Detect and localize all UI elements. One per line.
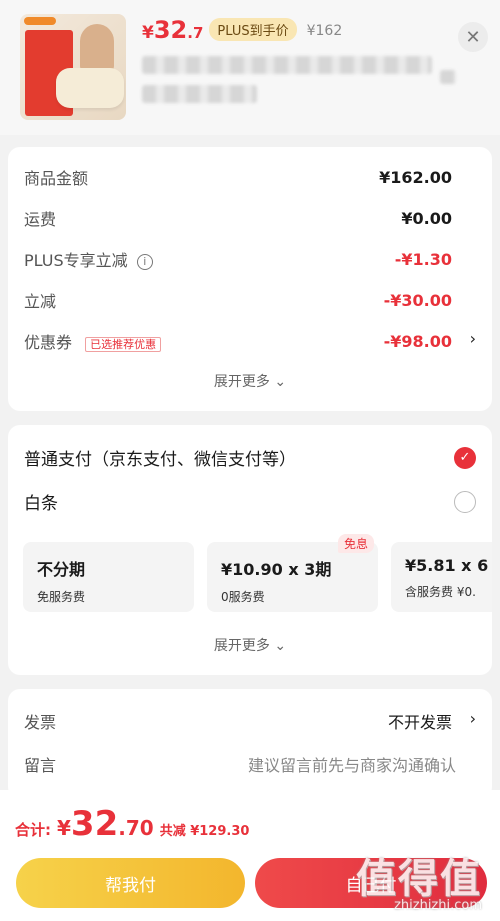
payment-method-card: 普通支付（京东支付、微信支付等） ✓ 白条 不分期 免服务费 免息 ¥10.90…: [8, 425, 492, 675]
installment-option-6[interactable]: ¥5.81 x 6 含服务费 ¥0.: [391, 542, 492, 612]
invoice-row[interactable]: 发票 不开发票: [24, 709, 452, 733]
model-figure: [80, 24, 114, 72]
product-title-blurred-2: [142, 85, 257, 103]
price-decimal: .7: [187, 24, 204, 42]
coupon-recommended-tag: 已选推荐优惠: [85, 337, 162, 352]
invoice-label: 发票: [24, 713, 57, 732]
invoice-value: 不开发票: [387, 713, 452, 732]
chevron-right-icon[interactable]: ›: [470, 709, 476, 728]
product-price-row: ¥ 32 .7 PLUS到手价 ¥162: [142, 16, 342, 44]
close-icon: ✕: [465, 26, 481, 48]
product-spec-blurred: [440, 70, 456, 84]
original-price: ¥162: [306, 23, 343, 39]
summary-value: -¥30.00: [383, 290, 452, 310]
installment-option-3[interactable]: 免息 ¥10.90 x 3期 0服务费: [207, 534, 378, 612]
watermark-url: zhizhizhi.com: [394, 898, 482, 913]
watermark-logo: 值得值: [356, 856, 482, 902]
chevron-right-icon[interactable]: ›: [470, 329, 476, 348]
installment-title: ¥10.90 x 3期: [221, 560, 332, 579]
brand-badge: [24, 17, 56, 25]
installment-fee: 0服务费: [221, 590, 265, 604]
summary-label: PLUS专享立减: [24, 251, 128, 270]
message-row[interactable]: 留言 建议留言前先与商家沟通确认: [24, 752, 456, 776]
pillow-image: [56, 68, 124, 108]
summary-label: 立减: [24, 292, 57, 311]
price-integer: 32: [153, 16, 188, 44]
message-label: 留言: [24, 756, 57, 775]
total-savings: 共减 ¥129.30: [159, 824, 250, 839]
summary-row-subtotal: 商品金额 ¥162.00: [24, 165, 452, 189]
installment-option-none[interactable]: 不分期 免服务费: [23, 542, 194, 612]
close-button[interactable]: ✕: [458, 22, 488, 52]
product-header: ¥ 32 .7 PLUS到手价 ¥162 ✕: [0, 0, 500, 135]
summary-value: ¥162.00: [379, 167, 452, 187]
order-total: 合计: ¥ 32 .70 共减 ¥129.30: [15, 804, 249, 844]
site-watermark: 值得值 zhizhizhi.com: [350, 846, 490, 916]
product-title-blurred: [142, 56, 432, 74]
summary-value: -¥98.00: [383, 331, 452, 351]
coupon-label-wrap: 优惠券 已选推荐优惠: [24, 329, 162, 353]
price-breakdown-card: 商品金额 ¥162.00 运费 ¥0.00 PLUS专享立减 i -¥1.30 …: [8, 147, 492, 411]
total-label: 合计:: [15, 821, 51, 839]
total-integer: 32: [70, 804, 119, 844]
extras-card: 发票 不开发票 › 留言 建议留言前先与商家沟通确认: [8, 689, 492, 799]
help-me-pay-button[interactable]: 帮我付: [16, 858, 245, 908]
summary-row-coupon[interactable]: 优惠券 已选推荐优惠 -¥98.00: [24, 329, 452, 353]
installment-title: ¥5.81 x 6: [405, 556, 489, 575]
info-icon[interactable]: i: [136, 253, 153, 270]
total-currency: ¥: [57, 816, 71, 840]
installment-fee: 免服务费: [37, 590, 86, 604]
installment-fee: 含服务费 ¥0.: [405, 585, 476, 599]
expand-more-button[interactable]: 展开更多 ⌄: [8, 635, 492, 655]
expand-more-label: 展开更多: [213, 638, 270, 654]
product-thumbnail[interactable]: [20, 14, 126, 120]
summary-label: 优惠券: [24, 333, 73, 352]
summary-label: 运费: [24, 210, 57, 229]
summary-value: -¥1.30: [394, 249, 452, 269]
summary-value: ¥0.00: [401, 208, 452, 228]
plus-price-tag: PLUS到手价: [209, 18, 297, 41]
summary-row-plus-discount: PLUS专享立减 i -¥1.30: [24, 247, 452, 271]
summary-label-wrap: PLUS专享立减 i: [24, 247, 153, 271]
summary-row-instant-discount: 立减 -¥30.00: [24, 288, 452, 312]
interest-free-tag: 免息: [337, 534, 374, 553]
summary-label: 商品金额: [24, 169, 89, 188]
expand-more-button[interactable]: 展开更多 ⌄: [8, 371, 492, 391]
price-currency: ¥: [142, 23, 154, 43]
installment-title: 不分期: [37, 560, 86, 579]
total-decimal: .70: [118, 816, 154, 840]
expand-more-label: 展开更多: [213, 374, 270, 390]
summary-row-shipping: 运费 ¥0.00: [24, 206, 452, 230]
chevron-down-icon: ⌄: [274, 638, 287, 654]
help-me-pay-label: 帮我付: [105, 875, 156, 896]
message-input[interactable]: 建议留言前先与商家沟通确认: [248, 752, 456, 776]
chevron-down-icon: ⌄: [274, 374, 287, 390]
